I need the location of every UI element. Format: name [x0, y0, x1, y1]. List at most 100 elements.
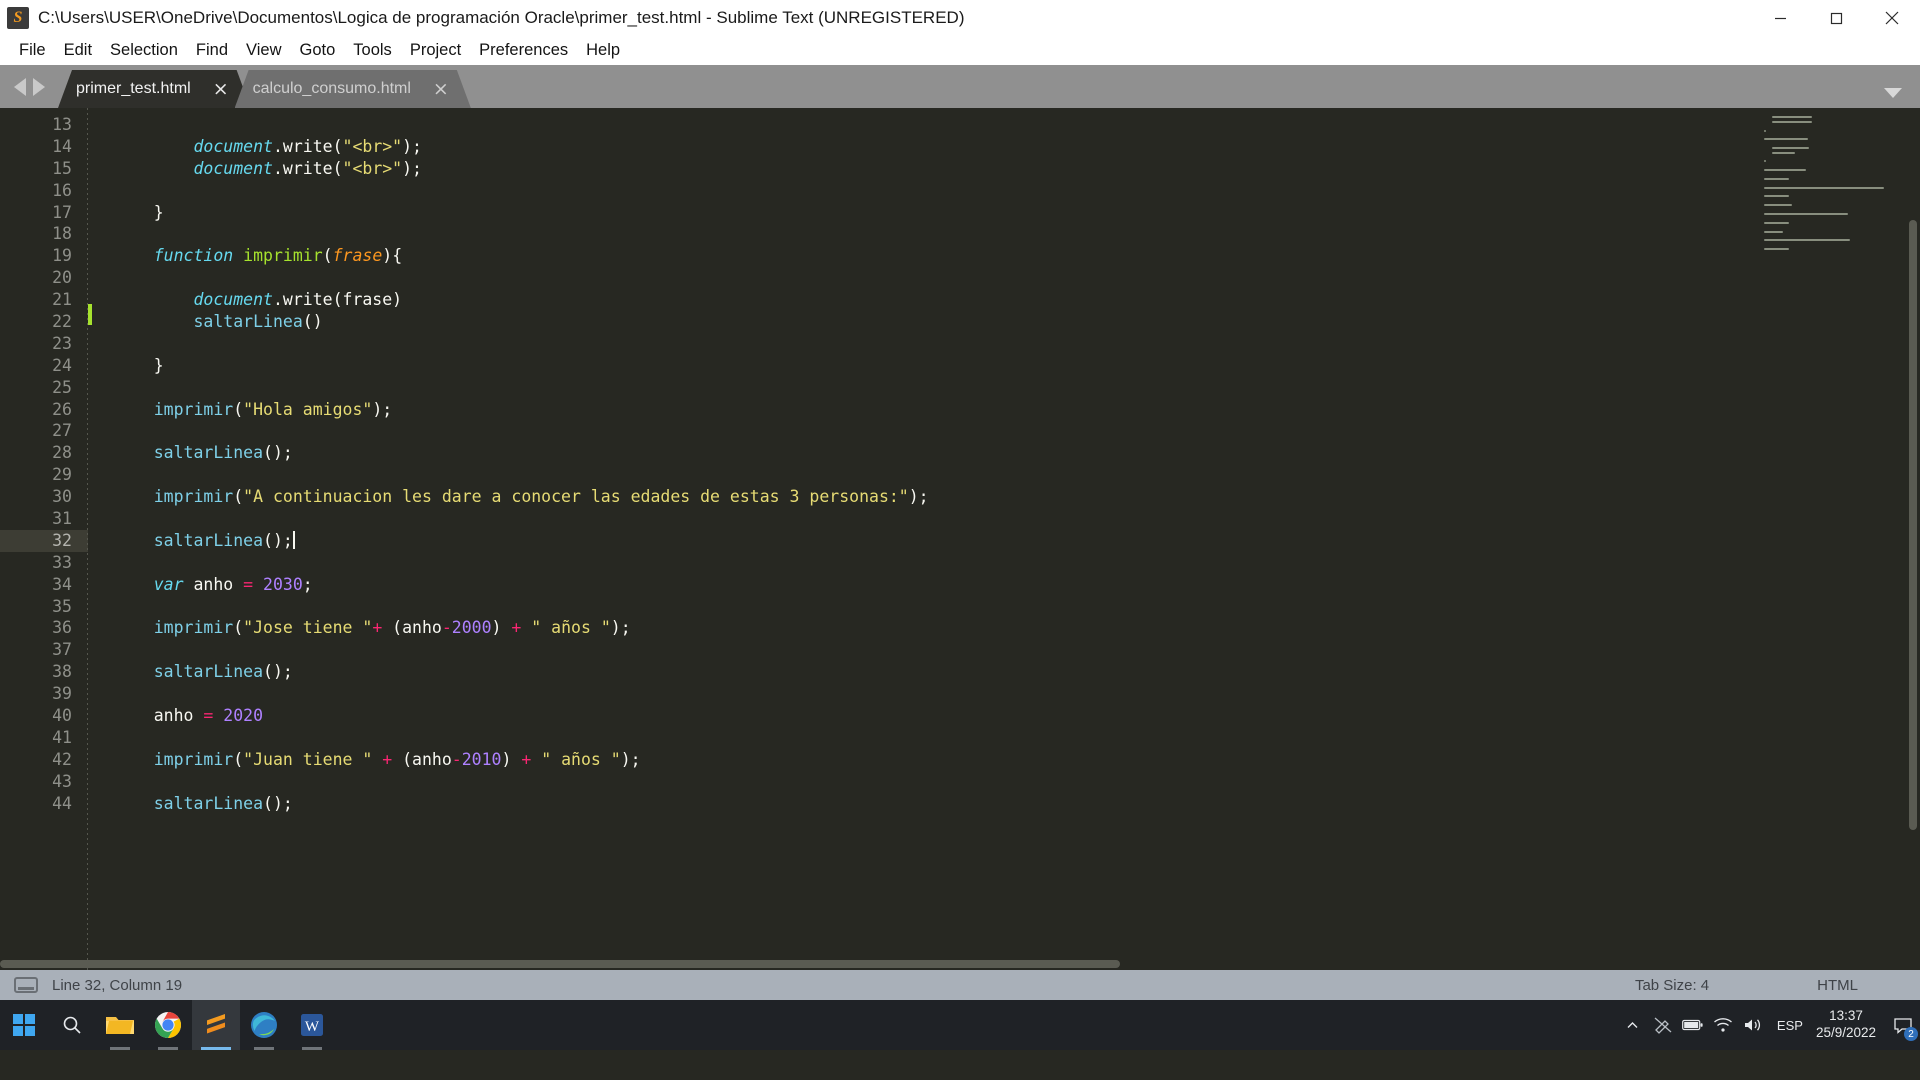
- code-line[interactable]: [114, 508, 1920, 530]
- menu-item-edit[interactable]: Edit: [55, 39, 101, 62]
- menu-item-goto[interactable]: Goto: [291, 39, 345, 62]
- tab-2[interactable]: calculo_consumo.html ×: [235, 70, 471, 108]
- syntax-label[interactable]: HTML: [1817, 977, 1858, 994]
- chevron-down-icon[interactable]: [1884, 88, 1902, 98]
- token-plain: );: [402, 158, 422, 178]
- code-line[interactable]: document.write(frase): [114, 289, 1920, 311]
- battery-icon[interactable]: [1678, 1018, 1708, 1032]
- cursor-position: Line 32, Column 19: [52, 976, 183, 994]
- code-line[interactable]: [114, 683, 1920, 705]
- sublime-text-icon[interactable]: [192, 1000, 240, 1050]
- pen-icon[interactable]: [1648, 1016, 1678, 1034]
- menu-item-project[interactable]: Project: [401, 39, 470, 62]
- code-line[interactable]: [114, 377, 1920, 399]
- minimap-line: [1764, 248, 1789, 251]
- wifi-icon[interactable]: [1708, 1017, 1738, 1033]
- microsoft-word-icon[interactable]: W: [288, 1000, 336, 1050]
- code-line[interactable]: [114, 727, 1920, 749]
- tab-1[interactable]: primer_test.html ×: [58, 70, 251, 108]
- code-line[interactable]: [114, 114, 1920, 136]
- token-plain: ();: [263, 793, 293, 813]
- maximize-icon[interactable]: [1808, 0, 1864, 36]
- code-line[interactable]: [114, 223, 1920, 245]
- fold-marker[interactable]: [88, 304, 92, 325]
- vertical-scroll-thumb[interactable]: [1909, 220, 1917, 830]
- code-line[interactable]: saltarLinea(): [114, 311, 1920, 333]
- code-line[interactable]: saltarLinea();: [114, 793, 1920, 815]
- token-num: 2010: [461, 749, 502, 769]
- line-number: 40: [52, 706, 72, 726]
- code-line[interactable]: [114, 596, 1920, 618]
- horizontal-scrollbar[interactable]: [0, 958, 1920, 970]
- microsoft-edge-icon[interactable]: [240, 1000, 288, 1050]
- clock[interactable]: 13:37 25/9/2022: [1816, 1008, 1876, 1042]
- token-op: +: [511, 618, 522, 638]
- windows-start-icon[interactable]: [0, 1000, 48, 1050]
- close-icon[interactable]: ×: [433, 79, 449, 99]
- file-explorer-icon[interactable]: [96, 1000, 144, 1050]
- token-op: +: [521, 749, 532, 769]
- code-line[interactable]: [114, 639, 1920, 661]
- code-line[interactable]: saltarLinea();: [114, 530, 1920, 552]
- code-line[interactable]: [114, 180, 1920, 202]
- code-line[interactable]: imprimir("A continuacion les dare a cono…: [114, 486, 1920, 508]
- editor-area[interactable]: 13 14 15 16 17 18 19 20 21 22 23 24 25 26 27 28 29 30 31 32…: [0, 108, 1920, 970]
- token-num: 2030: [263, 574, 303, 594]
- code-line[interactable]: [114, 267, 1920, 289]
- line-number: 29: [52, 465, 72, 485]
- code-line[interactable]: var anho = 2030;: [114, 574, 1920, 596]
- notifications-icon[interactable]: 2: [1886, 1000, 1920, 1050]
- menu-item-view[interactable]: View: [237, 39, 290, 62]
- close-icon[interactable]: ×: [213, 79, 229, 99]
- tab-size-label[interactable]: Tab Size: 4: [1635, 977, 1709, 994]
- token-str: "<br>": [342, 158, 403, 178]
- google-chrome-icon[interactable]: [144, 1000, 192, 1050]
- code-line[interactable]: [114, 420, 1920, 442]
- menu-item-preferences[interactable]: Preferences: [470, 39, 577, 62]
- vertical-scrollbar[interactable]: [1907, 108, 1919, 970]
- line-number: 43: [52, 771, 72, 791]
- code-line[interactable]: saltarLinea();: [114, 442, 1920, 464]
- code-line[interactable]: imprimir("Juan tiene " + (anho-2010) + "…: [114, 749, 1920, 771]
- minimap[interactable]: [1756, 112, 1906, 262]
- menu-item-help[interactable]: Help: [577, 39, 629, 62]
- search-icon[interactable]: [48, 1000, 96, 1050]
- menu-item-file[interactable]: File: [10, 39, 55, 62]
- line-number: 25: [52, 377, 72, 397]
- code-line[interactable]: document.write("<br>");: [114, 136, 1920, 158]
- code-content[interactable]: document.write("<br>"); document.write("…: [88, 108, 1920, 970]
- menu-item-selection[interactable]: Selection: [101, 39, 187, 62]
- token-op: =: [203, 706, 214, 726]
- arrow-left-icon[interactable]: [13, 77, 26, 96]
- chevron-up-icon[interactable]: [1618, 1019, 1648, 1032]
- close-icon[interactable]: [1864, 0, 1920, 36]
- code-line[interactable]: document.write("<br>");: [114, 158, 1920, 180]
- tab-nav-arrows[interactable]: [0, 65, 58, 108]
- code-line[interactable]: saltarLinea();: [114, 661, 1920, 683]
- code-line[interactable]: imprimir("Hola amigos");: [114, 399, 1920, 421]
- token-call: saltarLinea: [153, 443, 264, 463]
- arrow-right-icon[interactable]: [32, 77, 45, 96]
- notification-count: 2: [1904, 1027, 1918, 1041]
- code-line[interactable]: imprimir("Jose tiene "+ (anho-2000) + " …: [114, 617, 1920, 639]
- code-line[interactable]: function imprimir(frase){: [114, 245, 1920, 267]
- code-line[interactable]: }: [114, 202, 1920, 224]
- code-line[interactable]: [114, 552, 1920, 574]
- horizontal-scroll-thumb[interactable]: [0, 960, 1120, 968]
- menu-item-tools[interactable]: Tools: [344, 39, 401, 62]
- language-indicator[interactable]: ESP: [1768, 1018, 1812, 1033]
- title-bar: S C:\Users\USER\OneDrive\Documentos\Logi…: [0, 0, 1920, 36]
- code-line[interactable]: }: [114, 355, 1920, 377]
- code-line[interactable]: [114, 333, 1920, 355]
- minimize-icon[interactable]: [1752, 0, 1808, 36]
- line-endings-icon[interactable]: [14, 977, 38, 993]
- volume-icon[interactable]: [1738, 1017, 1768, 1033]
- code-line[interactable]: [114, 771, 1920, 793]
- menu-item-find[interactable]: Find: [187, 39, 237, 62]
- code-line[interactable]: [114, 464, 1920, 486]
- code-line[interactable]: anho = 2020: [114, 705, 1920, 727]
